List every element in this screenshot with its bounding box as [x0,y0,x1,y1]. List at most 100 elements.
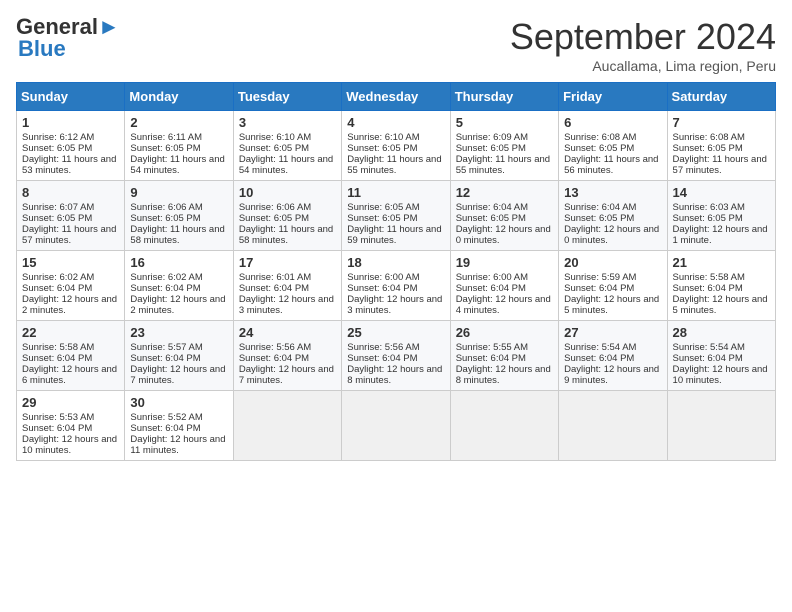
calendar-header-monday: Monday [125,83,233,111]
daylight-text: Daylight: 12 hours and 7 minutes. [130,364,225,386]
daylight-text: Daylight: 12 hours and 8 minutes. [347,364,442,386]
daylight-text: Daylight: 12 hours and 4 minutes. [456,294,551,316]
sunrise-text: Sunrise: 6:08 AM [673,132,745,143]
sunrise-text: Sunrise: 6:04 AM [564,202,636,213]
calendar-cell: 15 Sunrise: 6:02 AM Sunset: 6:04 PM Dayl… [17,251,125,321]
sunrise-text: Sunrise: 6:07 AM [22,202,94,213]
calendar-cell: 5 Sunrise: 6:09 AM Sunset: 6:05 PM Dayli… [450,111,558,181]
calendar-cell: 6 Sunrise: 6:08 AM Sunset: 6:05 PM Dayli… [559,111,667,181]
calendar-cell: 13 Sunrise: 6:04 AM Sunset: 6:05 PM Dayl… [559,181,667,251]
daylight-text: Daylight: 12 hours and 3 minutes. [347,294,442,316]
sunset-text: Sunset: 6:05 PM [239,213,309,224]
daylight-text: Daylight: 12 hours and 3 minutes. [239,294,334,316]
calendar-week-3: 15 Sunrise: 6:02 AM Sunset: 6:04 PM Dayl… [17,251,776,321]
calendar-week-5: 29 Sunrise: 5:53 AM Sunset: 6:04 PM Dayl… [17,391,776,461]
sunset-text: Sunset: 6:05 PM [564,213,634,224]
calendar-cell: 26 Sunrise: 5:55 AM Sunset: 6:04 PM Dayl… [450,321,558,391]
day-number: 26 [456,325,553,340]
title-area: September 2024 Aucallama, Lima region, P… [510,16,776,74]
day-number: 1 [22,115,119,130]
calendar-cell [233,391,341,461]
calendar-cell: 17 Sunrise: 6:01 AM Sunset: 6:04 PM Dayl… [233,251,341,321]
daylight-text: Daylight: 11 hours and 54 minutes. [130,154,224,176]
sunset-text: Sunset: 6:05 PM [564,143,634,154]
sunset-text: Sunset: 6:05 PM [673,213,743,224]
sunset-text: Sunset: 6:04 PM [22,283,92,294]
calendar-header-friday: Friday [559,83,667,111]
subtitle: Aucallama, Lima region, Peru [510,58,776,74]
calendar-cell: 12 Sunrise: 6:04 AM Sunset: 6:05 PM Dayl… [450,181,558,251]
month-title: September 2024 [510,16,776,58]
daylight-text: Daylight: 12 hours and 8 minutes. [456,364,551,386]
sunrise-text: Sunrise: 5:53 AM [22,412,94,423]
daylight-text: Daylight: 11 hours and 58 minutes. [239,224,333,246]
calendar-cell: 22 Sunrise: 5:58 AM Sunset: 6:04 PM Dayl… [17,321,125,391]
daylight-text: Daylight: 12 hours and 2 minutes. [22,294,117,316]
calendar-cell: 2 Sunrise: 6:11 AM Sunset: 6:05 PM Dayli… [125,111,233,181]
calendar-cell: 28 Sunrise: 5:54 AM Sunset: 6:04 PM Dayl… [667,321,775,391]
calendar-cell: 19 Sunrise: 6:00 AM Sunset: 6:04 PM Dayl… [450,251,558,321]
sunrise-text: Sunrise: 6:10 AM [239,132,311,143]
calendar-cell: 14 Sunrise: 6:03 AM Sunset: 6:05 PM Dayl… [667,181,775,251]
daylight-text: Daylight: 11 hours and 57 minutes. [22,224,116,246]
sunset-text: Sunset: 6:04 PM [347,283,417,294]
day-number: 17 [239,255,336,270]
calendar-cell: 16 Sunrise: 6:02 AM Sunset: 6:04 PM Dayl… [125,251,233,321]
sunset-text: Sunset: 6:04 PM [239,353,309,364]
day-number: 16 [130,255,227,270]
sunrise-text: Sunrise: 6:06 AM [239,202,311,213]
daylight-text: Daylight: 11 hours and 57 minutes. [673,154,767,176]
sunrise-text: Sunrise: 5:52 AM [130,412,202,423]
daylight-text: Daylight: 11 hours and 55 minutes. [347,154,441,176]
daylight-text: Daylight: 12 hours and 11 minutes. [130,434,225,456]
sunset-text: Sunset: 6:04 PM [673,283,743,294]
sunset-text: Sunset: 6:05 PM [130,143,200,154]
day-number: 8 [22,185,119,200]
logo-arrow-icon: ► [98,16,120,38]
calendar-cell [450,391,558,461]
sunset-text: Sunset: 6:04 PM [673,353,743,364]
sunset-text: Sunset: 6:05 PM [347,213,417,224]
day-number: 30 [130,395,227,410]
sunset-text: Sunset: 6:05 PM [456,143,526,154]
sunset-text: Sunset: 6:04 PM [347,353,417,364]
daylight-text: Daylight: 12 hours and 10 minutes. [673,364,768,386]
day-number: 4 [347,115,444,130]
day-number: 24 [239,325,336,340]
calendar-cell: 10 Sunrise: 6:06 AM Sunset: 6:05 PM Dayl… [233,181,341,251]
sunset-text: Sunset: 6:05 PM [22,143,92,154]
sunrise-text: Sunrise: 6:12 AM [22,132,94,143]
calendar-week-4: 22 Sunrise: 5:58 AM Sunset: 6:04 PM Dayl… [17,321,776,391]
sunrise-text: Sunrise: 6:00 AM [456,272,528,283]
daylight-text: Daylight: 12 hours and 10 minutes. [22,434,117,456]
calendar-week-2: 8 Sunrise: 6:07 AM Sunset: 6:05 PM Dayli… [17,181,776,251]
calendar-cell: 27 Sunrise: 5:54 AM Sunset: 6:04 PM Dayl… [559,321,667,391]
sunset-text: Sunset: 6:05 PM [130,213,200,224]
sunrise-text: Sunrise: 6:01 AM [239,272,311,283]
day-number: 7 [673,115,770,130]
day-number: 28 [673,325,770,340]
sunset-text: Sunset: 6:04 PM [564,283,634,294]
calendar-cell [667,391,775,461]
sunset-text: Sunset: 6:05 PM [456,213,526,224]
day-number: 21 [673,255,770,270]
sunrise-text: Sunrise: 5:54 AM [564,342,636,353]
day-number: 25 [347,325,444,340]
calendar-cell: 21 Sunrise: 5:58 AM Sunset: 6:04 PM Dayl… [667,251,775,321]
calendar-cell: 9 Sunrise: 6:06 AM Sunset: 6:05 PM Dayli… [125,181,233,251]
calendar-body: 1 Sunrise: 6:12 AM Sunset: 6:05 PM Dayli… [17,111,776,461]
daylight-text: Daylight: 12 hours and 0 minutes. [564,224,659,246]
sunset-text: Sunset: 6:04 PM [22,423,92,434]
calendar-cell [342,391,450,461]
page-header: General ► Blue September 2024 Aucallama,… [16,16,776,74]
calendar-cell: 1 Sunrise: 6:12 AM Sunset: 6:05 PM Dayli… [17,111,125,181]
day-number: 23 [130,325,227,340]
day-number: 12 [456,185,553,200]
daylight-text: Daylight: 11 hours and 53 minutes. [22,154,116,176]
day-number: 22 [22,325,119,340]
sunset-text: Sunset: 6:04 PM [456,283,526,294]
sunrise-text: Sunrise: 5:56 AM [347,342,419,353]
daylight-text: Daylight: 12 hours and 5 minutes. [673,294,768,316]
daylight-text: Daylight: 12 hours and 9 minutes. [564,364,659,386]
calendar-header-saturday: Saturday [667,83,775,111]
